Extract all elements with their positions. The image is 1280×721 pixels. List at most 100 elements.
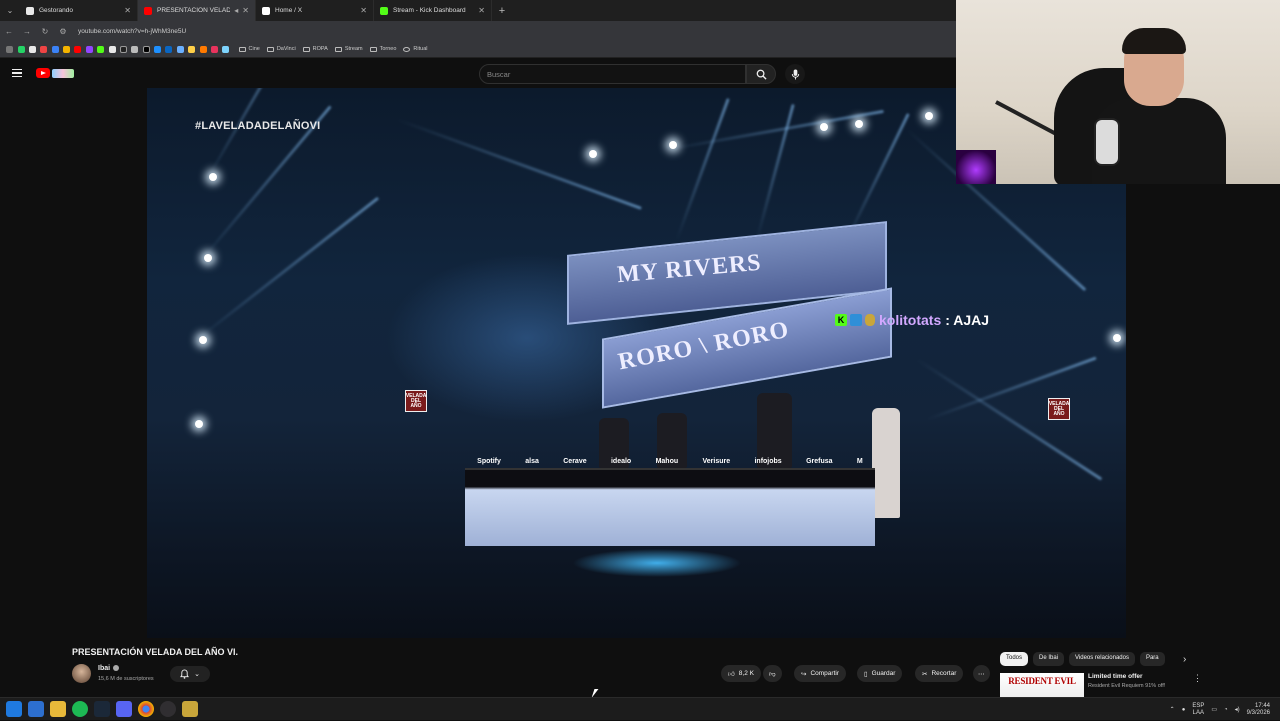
- browser-tab-active[interactable]: PRESENTACIÓN VELADA DEL AÑO VI ◂ ✕: [138, 0, 256, 21]
- site-info-icon[interactable]: ⚙: [54, 27, 72, 36]
- bookmark-icon: ▯: [864, 670, 868, 678]
- webcam-overlay: [956, 0, 1280, 184]
- obs-icon[interactable]: [160, 701, 176, 717]
- volume-icon[interactable]: ◂): [1235, 706, 1240, 713]
- menu-icon[interactable]: [12, 69, 22, 77]
- bookmark-icon[interactable]: [222, 45, 230, 53]
- verified-icon: [113, 665, 120, 672]
- microphone-icon: [791, 68, 799, 80]
- bookmark-icon[interactable]: [176, 45, 184, 53]
- windows-start-icon[interactable]: [6, 701, 22, 717]
- close-tab-icon[interactable]: ✕: [124, 6, 131, 15]
- twitch-bookmark-icon[interactable]: [85, 45, 93, 53]
- chip-for-you[interactable]: Para: [1139, 652, 1165, 666]
- url-field[interactable]: youtube.com/watch?v=h-jWhM3ne5U: [78, 28, 186, 35]
- youtube-bookmark-icon[interactable]: [74, 45, 82, 53]
- stage-light-beam: [396, 118, 642, 210]
- more-vert-icon[interactable]: ⋮: [1193, 673, 1202, 684]
- language-indicator[interactable]: ESP LAA: [1192, 703, 1204, 716]
- stage-light: [204, 254, 212, 262]
- discord-icon[interactable]: [116, 701, 132, 717]
- gift-badge-icon: [865, 314, 875, 326]
- chat-username: kolitotats: [879, 312, 942, 328]
- subscriber-badge-icon: [850, 314, 862, 326]
- more-actions-button[interactable]: ⋯: [973, 665, 990, 682]
- search-button[interactable]: [746, 64, 776, 84]
- apps-icon[interactable]: [6, 45, 14, 53]
- bookmark-ritual[interactable]: Ritual: [403, 46, 427, 52]
- reload-icon[interactable]: ↻: [36, 27, 54, 36]
- close-tab-icon[interactable]: ✕: [242, 6, 249, 15]
- chat-message-text: : AJAJ: [945, 312, 990, 328]
- linkedin-bookmark-icon[interactable]: [165, 45, 173, 53]
- desktop-icon[interactable]: [28, 701, 44, 717]
- x-bookmark-icon[interactable]: [142, 45, 150, 53]
- network-icon[interactable]: ▭: [1211, 706, 1217, 713]
- microphone-tray-icon[interactable]: ●: [1182, 707, 1186, 713]
- whatsapp-bookmark-icon[interactable]: [17, 45, 25, 53]
- bookmark-icon[interactable]: [40, 45, 48, 53]
- share-button[interactable]: ↪ Compartir: [794, 665, 846, 682]
- close-tab-icon[interactable]: ✕: [478, 6, 485, 15]
- bookmark-folder-stream[interactable]: Stream: [334, 46, 363, 52]
- youtube-logo[interactable]: [36, 68, 74, 78]
- forward-icon[interactable]: →: [18, 27, 36, 36]
- tiktok-bookmark-icon[interactable]: [119, 45, 127, 53]
- bookmark-icon[interactable]: [199, 45, 207, 53]
- new-tab-icon[interactable]: +: [492, 5, 512, 17]
- bookmark-folder-torneo[interactable]: Torneo: [369, 46, 396, 52]
- ad-thumbnail[interactable]: RESIDENT EVIL: [1000, 673, 1084, 697]
- search-icon: [756, 69, 767, 80]
- tab-search-icon[interactable]: ⌄: [0, 0, 20, 21]
- file-explorer-icon[interactable]: [50, 701, 66, 717]
- folder-label: Ritual: [413, 46, 428, 52]
- kick-bookmark-icon[interactable]: [97, 45, 105, 53]
- chevron-right-icon[interactable]: ›: [1183, 654, 1186, 665]
- chip-all[interactable]: Todos: [1000, 652, 1029, 666]
- save-button[interactable]: ▯ Guardar: [857, 665, 903, 682]
- dislike-button[interactable]: 👎︎: [763, 665, 782, 682]
- clock[interactable]: 17:44 9/3/2026: [1247, 703, 1270, 717]
- chip-from-channel[interactable]: De Ibai: [1033, 652, 1065, 666]
- speaker-icon[interactable]: ◂: [234, 6, 238, 15]
- voice-search-button[interactable]: [785, 64, 805, 84]
- wifi-icon[interactable]: ◔: [1224, 707, 1228, 713]
- stage-light: [199, 336, 207, 344]
- browser-tab[interactable]: Stream - Kick Dashboard ✕: [374, 0, 492, 21]
- chevron-up-icon[interactable]: ⌃: [1170, 706, 1175, 713]
- notifications-button[interactable]: ⌄: [170, 666, 210, 682]
- bookmarks-bar: Cine DaVinci ROPA Stream Torneo Ritual: [0, 41, 956, 58]
- spotify-icon[interactable]: [72, 701, 88, 717]
- channel-name[interactable]: Ibai: [98, 665, 120, 672]
- chip-related[interactable]: Videos relacionados: [1069, 652, 1135, 666]
- system-tray: ⌃ ● ESP LAA ▭ ◔ ◂) 17:44 9/3/2026: [1170, 698, 1270, 721]
- app-icon[interactable]: [182, 701, 198, 717]
- like-button[interactable]: 👍︎ 8,2 K: [721, 665, 761, 682]
- scissors-icon: ✂: [922, 670, 928, 678]
- clip-button[interactable]: ✂ Recortar: [915, 665, 964, 682]
- bookmark-folder-ropa[interactable]: ROPA: [302, 46, 328, 52]
- close-tab-icon[interactable]: ✕: [360, 6, 367, 15]
- bookmark-folder-cine[interactable]: Cine: [238, 46, 260, 52]
- bookmark-icon[interactable]: [210, 45, 218, 53]
- stage-light: [589, 150, 597, 158]
- chrome-icon[interactable]: [138, 701, 154, 717]
- steam-icon[interactable]: [94, 701, 110, 717]
- search-input[interactable]: Buscar: [479, 64, 746, 84]
- bookmark-icon[interactable]: [154, 45, 162, 53]
- bookmark-icon[interactable]: [188, 45, 196, 53]
- bookmark-icon[interactable]: [51, 45, 59, 53]
- velada-logo: VELADA DEL AÑO: [405, 390, 427, 412]
- bookmark-icon[interactable]: [131, 45, 139, 53]
- ad-title[interactable]: Limited time offer: [1088, 673, 1143, 680]
- stage-light: [855, 120, 863, 128]
- browser-tab[interactable]: Home / X ✕: [256, 0, 374, 21]
- bookmark-icon[interactable]: [108, 45, 116, 53]
- chrome-bookmark-icon[interactable]: [28, 45, 36, 53]
- bookmark-folder-davinci[interactable]: DaVinci: [266, 46, 296, 52]
- bookmark-icon[interactable]: [63, 45, 71, 53]
- tab-favicon: [26, 6, 34, 15]
- channel-avatar[interactable]: [72, 664, 91, 683]
- back-icon[interactable]: ←: [0, 27, 18, 36]
- browser-tab[interactable]: Gestorando ✕: [20, 0, 138, 21]
